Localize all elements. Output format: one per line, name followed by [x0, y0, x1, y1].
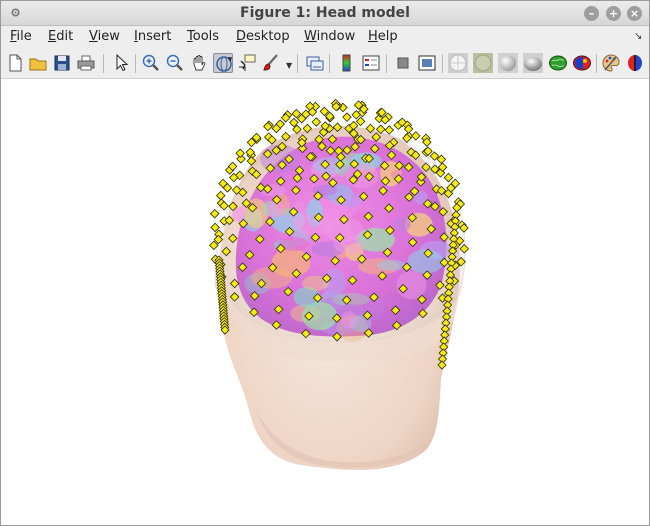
- toolbar-separator: [103, 54, 104, 73]
- electrode-marker[interactable]: [210, 222, 220, 233]
- new-figure-button[interactable]: [5, 53, 25, 73]
- menu-tools[interactable]: Tools: [187, 29, 219, 44]
- data-cursor-icon: [239, 54, 256, 71]
- sphere-gouraud-icon: [498, 53, 518, 73]
- maximize-button[interactable]: +: [606, 6, 621, 21]
- minimize-button[interactable]: –: [584, 6, 599, 21]
- brain-red-blue-icon: [628, 55, 642, 71]
- link-plot-icon: [306, 56, 324, 71]
- colorbar-icon: [342, 54, 351, 72]
- brain-region: [293, 214, 333, 236]
- zoom-in-icon: [142, 54, 159, 71]
- menu-bar: File Edit View Insert Tools Desktop Wind…: [1, 26, 649, 48]
- brain-red-blue-button[interactable]: [625, 53, 645, 73]
- electrode-marker[interactable]: [215, 190, 226, 201]
- lighting-gouraud-button[interactable]: [498, 53, 518, 73]
- brush-icon: [263, 54, 278, 71]
- hide-plot-tools-icon: [397, 57, 409, 69]
- brain-colored-icon: [573, 55, 591, 71]
- toolbar-separator: [329, 54, 330, 73]
- zoom-out-button[interactable]: [165, 53, 185, 73]
- figure-window: Figure 1: Head model – + × File Edit Vie…: [0, 0, 650, 526]
- electrode-marker[interactable]: [411, 131, 421, 141]
- brain-green-icon: [549, 55, 567, 71]
- floppy-disk-icon: [54, 55, 70, 71]
- electrode-marker[interactable]: [311, 117, 322, 127]
- figure-toolbar: ▼: [1, 48, 649, 79]
- brain-green-button[interactable]: [548, 53, 568, 73]
- menu-insert[interactable]: Insert: [134, 29, 171, 44]
- sphere-wireframe-icon: [448, 53, 468, 73]
- sphere-flat-icon: [473, 53, 493, 73]
- menu-help[interactable]: Help: [368, 29, 398, 44]
- print-button[interactable]: [76, 53, 96, 73]
- palette-button[interactable]: [601, 53, 621, 73]
- electrode-marker[interactable]: [209, 208, 220, 219]
- save-button[interactable]: [52, 53, 72, 73]
- rotate-3d-icon: [216, 56, 232, 72]
- show-plot-tools-button[interactable]: [417, 53, 437, 73]
- edit-plot-button[interactable]: [111, 53, 131, 73]
- electrode-marker[interactable]: [342, 112, 352, 122]
- legend-icon: [362, 55, 380, 71]
- toolbar-separator: [135, 54, 136, 73]
- electrode-marker[interactable]: [355, 116, 366, 127]
- folder-icon: [29, 58, 47, 71]
- brush-button[interactable]: [261, 53, 281, 73]
- rotate-3d-button[interactable]: [213, 53, 233, 73]
- menu-desktop[interactable]: Desktop: [236, 29, 290, 44]
- sphere-phong-icon: [523, 53, 543, 73]
- link-plot-button[interactable]: [305, 53, 325, 73]
- brain-region: [394, 217, 411, 232]
- menu-file[interactable]: File: [10, 29, 32, 44]
- close-button[interactable]: ×: [627, 6, 642, 21]
- pan-button[interactable]: [189, 53, 209, 73]
- hand-icon: [193, 55, 206, 71]
- menu-edit[interactable]: Edit: [48, 29, 73, 44]
- zoom-in-button[interactable]: [141, 53, 161, 73]
- title-bar[interactable]: Figure 1: Head model – + ×: [1, 1, 649, 26]
- legend-button[interactable]: [361, 53, 381, 73]
- head-model-plot[interactable]: [1, 80, 649, 525]
- brain-colored-button[interactable]: [572, 53, 592, 73]
- brush-dropdown-icon[interactable]: ▼: [286, 61, 292, 70]
- dock-arrow-icon[interactable]: ↘: [634, 31, 642, 42]
- data-cursor-button[interactable]: [237, 53, 257, 73]
- lighting-flat-button[interactable]: [473, 53, 493, 73]
- brain-region: [266, 200, 284, 218]
- zoom-out-icon: [166, 54, 183, 71]
- brain-region: [340, 311, 358, 329]
- show-plot-tools-icon: [418, 55, 436, 71]
- lighting-none-button[interactable]: [448, 53, 468, 73]
- arrow-pointer-icon: [116, 53, 129, 72]
- lighting-phong-button[interactable]: [523, 53, 543, 73]
- electrode-marker[interactable]: [235, 148, 245, 159]
- brain-region: [345, 163, 379, 188]
- toolbar-separator: [386, 54, 387, 73]
- figure-canvas[interactable]: [1, 80, 649, 525]
- toolbar-separator: [297, 54, 298, 73]
- open-file-button[interactable]: [28, 53, 48, 73]
- menu-window[interactable]: Window: [304, 29, 355, 44]
- printer-icon: [77, 55, 95, 71]
- toolbar-separator: [442, 54, 443, 73]
- electrode-marker[interactable]: [384, 125, 394, 135]
- toolbar-separator: [596, 54, 597, 73]
- brain-region: [376, 260, 407, 271]
- hide-plot-tools-button[interactable]: [393, 53, 413, 73]
- menu-view[interactable]: View: [89, 29, 120, 44]
- new-document-icon: [9, 54, 22, 72]
- colorbar-button[interactable]: [337, 53, 357, 73]
- palette-icon: [602, 54, 620, 72]
- window-title: Figure 1: Head model: [240, 5, 410, 21]
